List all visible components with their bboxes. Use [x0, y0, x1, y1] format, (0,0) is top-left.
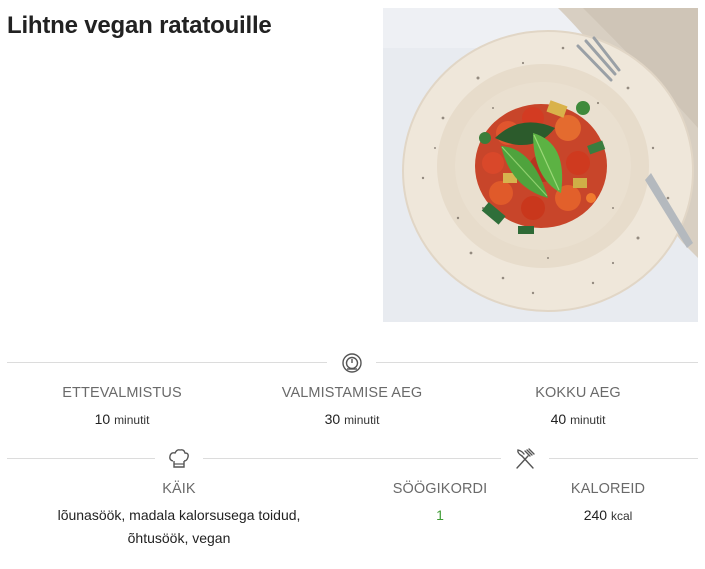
- cook-time-unit: minutit: [344, 413, 380, 427]
- servings-value: 1: [436, 507, 444, 523]
- cook-time: VALMISTAMISE AEG 30 minutit: [237, 385, 467, 432]
- total-time-unit: minutit: [570, 413, 606, 427]
- calories-unit: kcal: [610, 509, 633, 523]
- fork-knife-icon: [513, 448, 537, 470]
- cook-time-label: VALMISTAMISE AEG: [281, 385, 423, 401]
- prep-time-label: ETTEVALMISTUS: [62, 385, 182, 401]
- course-value: lõunasöök, madala kalorsusega toidud, õh…: [57, 507, 301, 546]
- recipe-title: Lihtne vegan ratatouille: [7, 12, 272, 39]
- prep-time-value: 10: [94, 411, 111, 427]
- recipe-photo: [383, 8, 698, 322]
- calories-label: KALOREID: [570, 481, 646, 497]
- times-divider: [7, 352, 698, 374]
- total-time-label: KOKKU AEG: [535, 385, 621, 401]
- chef-hat-icon: [167, 448, 191, 470]
- prep-time: ETTEVALMISTUS 10 minutit: [7, 385, 237, 432]
- total-time: KOKKU AEG 40 minutit: [463, 385, 693, 432]
- prep-time-unit: minutit: [114, 413, 150, 427]
- timer-icon: [340, 352, 364, 374]
- calories: KALOREID 240 kcal: [538, 481, 678, 528]
- course: KÄIK lõunasöök, madala kalorsusega toidu…: [34, 481, 324, 550]
- details-divider: [7, 448, 698, 470]
- total-time-value: 40: [550, 411, 567, 427]
- calories-value: 240: [583, 507, 608, 523]
- cook-time-value: 30: [324, 411, 341, 427]
- course-label: KÄIK: [162, 481, 196, 497]
- servings-label: SÖÖGIKORDI: [392, 481, 488, 497]
- servings: SÖÖGIKORDI 1: [370, 481, 510, 527]
